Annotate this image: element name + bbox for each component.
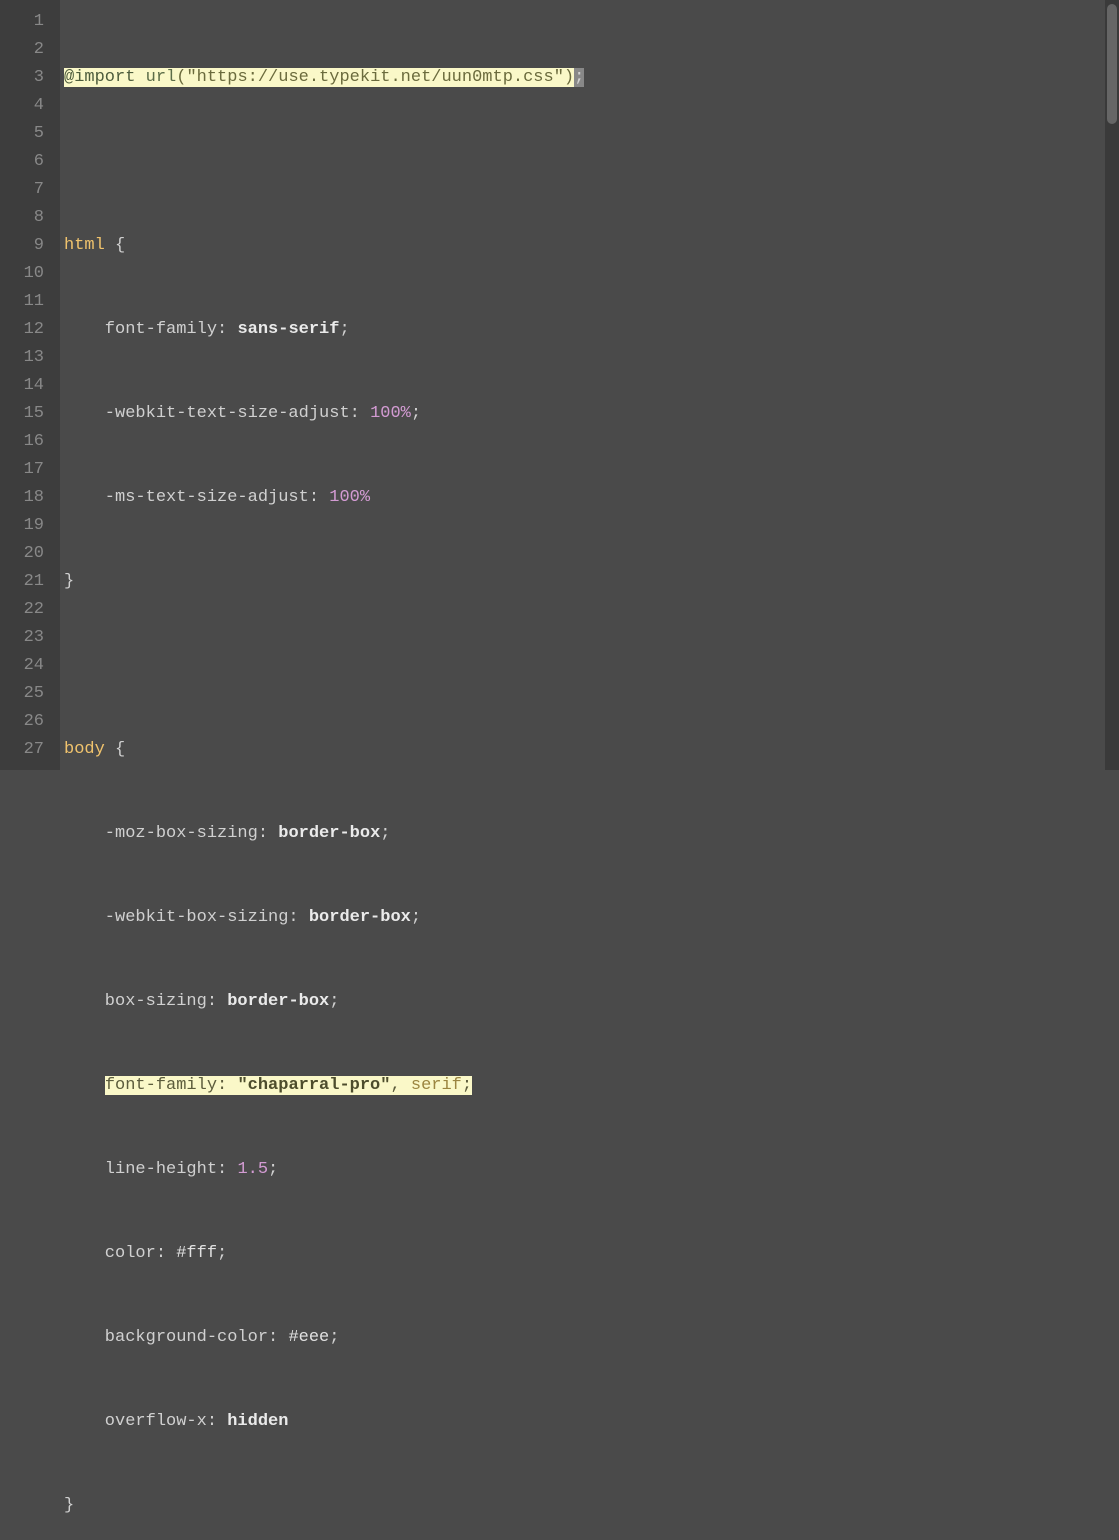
brace: {	[105, 740, 125, 759]
string: "https://use.typekit.net/uun0mtp.css"	[186, 68, 563, 87]
code-line[interactable]: html {	[64, 232, 1119, 260]
semicolon: ;	[462, 1076, 472, 1095]
at-rule: @import	[64, 68, 135, 87]
brace: }	[64, 572, 74, 591]
semicolon: ;	[411, 404, 421, 423]
code-line[interactable]: line-height: 1.5;	[64, 1156, 1119, 1184]
line-number: 23	[0, 624, 44, 652]
line-number: 18	[0, 484, 44, 512]
code-line[interactable]: -webkit-text-size-adjust: 100%;	[64, 400, 1119, 428]
code-line[interactable]: -moz-box-sizing: border-box;	[64, 820, 1119, 848]
line-number: 20	[0, 540, 44, 568]
unit: %	[360, 488, 370, 507]
paren: (	[176, 68, 186, 87]
semicolon: ;	[380, 824, 390, 843]
code-line[interactable]: }	[64, 1492, 1119, 1520]
line-number: 26	[0, 708, 44, 736]
semicolon: ;	[268, 1160, 278, 1179]
line-number: 9	[0, 232, 44, 260]
number: 100	[370, 404, 401, 423]
line-number: 12	[0, 316, 44, 344]
semicolon: ;	[329, 992, 339, 1011]
value: sans-serif	[237, 320, 339, 339]
line-number: 1	[0, 8, 44, 36]
value: border-box	[309, 908, 411, 927]
property: color:	[64, 1244, 176, 1263]
line-number: 7	[0, 176, 44, 204]
code-line[interactable]: font-family: sans-serif;	[64, 316, 1119, 344]
line-number: 14	[0, 372, 44, 400]
property: background-color:	[64, 1328, 288, 1347]
value: hidden	[227, 1412, 288, 1431]
code-line[interactable]: box-sizing: border-box;	[64, 988, 1119, 1016]
property: font-family:	[64, 320, 237, 339]
code-line[interactable]: color: #fff;	[64, 1240, 1119, 1268]
selector: body	[64, 740, 105, 759]
semicolon: ;	[339, 320, 349, 339]
code-line[interactable]: -webkit-box-sizing: border-box;	[64, 904, 1119, 932]
code-line[interactable]: background-color: #eee;	[64, 1324, 1119, 1352]
semicolon: ;	[411, 908, 421, 927]
property: -moz-box-sizing:	[64, 824, 278, 843]
line-number: 24	[0, 652, 44, 680]
line-number: 22	[0, 596, 44, 624]
scrollbar-thumb[interactable]	[1107, 4, 1117, 124]
brace: }	[64, 1496, 74, 1515]
code-line[interactable]: overflow-x: hidden	[64, 1408, 1119, 1436]
line-gutter: 1 2 3 4 5 6 7 8 9 10 11 12 13 14 15 16 1…	[0, 0, 60, 770]
semicolon: ;	[217, 1244, 227, 1263]
value: "chaparral-pro"	[237, 1076, 390, 1095]
brace: {	[105, 236, 125, 255]
line-number: 21	[0, 568, 44, 596]
line-number: 19	[0, 512, 44, 540]
line-number: 17	[0, 456, 44, 484]
selector: html	[64, 236, 105, 255]
line-number: 25	[0, 680, 44, 708]
property: -ms-text-size-adjust:	[64, 488, 329, 507]
line-number: 16	[0, 428, 44, 456]
code-line[interactable]: }	[64, 568, 1119, 596]
property: overflow-x:	[64, 1412, 227, 1431]
paren: )	[564, 68, 574, 87]
line-number: 3	[0, 64, 44, 92]
number: 1.5	[237, 1160, 268, 1179]
property: font-family:	[105, 1076, 238, 1095]
code-line[interactable]: @import url("https://use.typekit.net/uun…	[64, 64, 1119, 92]
line-number: 2	[0, 36, 44, 64]
line-number: 8	[0, 204, 44, 232]
indent	[64, 1076, 105, 1095]
property: -webkit-text-size-adjust:	[64, 404, 370, 423]
property: -webkit-box-sizing:	[64, 908, 309, 927]
line-number: 4	[0, 92, 44, 120]
semicolon: ;	[574, 68, 584, 87]
code-line[interactable]	[64, 652, 1119, 680]
line-number: 5	[0, 120, 44, 148]
code-line[interactable]	[64, 148, 1119, 176]
number: 100	[329, 488, 360, 507]
value: serif	[411, 1076, 462, 1095]
unit: %	[401, 404, 411, 423]
vertical-scrollbar[interactable]	[1105, 0, 1119, 770]
value: border-box	[278, 824, 380, 843]
line-number: 10	[0, 260, 44, 288]
value: #eee	[288, 1328, 329, 1347]
comma: ,	[390, 1076, 410, 1095]
line-number: 15	[0, 400, 44, 428]
url-func: url	[146, 68, 177, 87]
semicolon: ;	[329, 1328, 339, 1347]
code-line[interactable]: -ms-text-size-adjust: 100%	[64, 484, 1119, 512]
code-editor[interactable]: 1 2 3 4 5 6 7 8 9 10 11 12 13 14 15 16 1…	[0, 0, 1119, 770]
line-number: 13	[0, 344, 44, 372]
code-line[interactable]: body {	[64, 736, 1119, 764]
line-number: 6	[0, 148, 44, 176]
property: line-height:	[64, 1160, 237, 1179]
value: #fff	[176, 1244, 217, 1263]
line-number: 11	[0, 288, 44, 316]
code-content[interactable]: @import url("https://use.typekit.net/uun…	[60, 0, 1119, 770]
value: border-box	[227, 992, 329, 1011]
property: box-sizing:	[64, 992, 227, 1011]
code-line[interactable]: font-family: "chaparral-pro", serif;	[64, 1072, 1119, 1100]
line-number: 27	[0, 736, 44, 764]
